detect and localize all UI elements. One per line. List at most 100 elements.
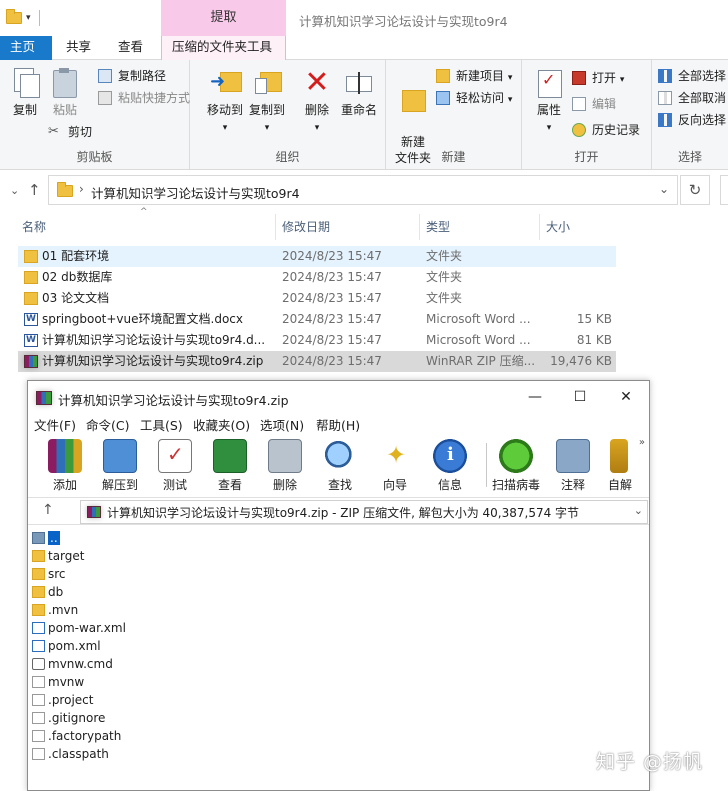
test-checklist-icon (158, 439, 192, 473)
up-arrow-icon[interactable]: ↑ (42, 502, 54, 518)
list-item[interactable]: .mvn (32, 601, 78, 619)
select-none-icon (658, 91, 672, 105)
easy-access-button[interactable]: 轻松访问 ▾ (436, 88, 512, 108)
list-item[interactable]: pom.xml (32, 637, 101, 655)
invert-selection-icon (658, 113, 672, 127)
minimize-icon[interactable]: — (513, 385, 557, 409)
extract-to-button[interactable]: 解压到 (95, 439, 145, 493)
comment-button[interactable]: 注释 (548, 439, 598, 493)
rename-button[interactable]: 重命名 (336, 66, 382, 118)
context-tab-header[interactable]: 提取 (161, 0, 286, 36)
file-row[interactable]: 计算机知识学习论坛设计与实现to9r4.zip 2024/8/23 15:47 … (18, 351, 616, 372)
copy-path-icon (98, 69, 112, 83)
chevron-down-icon[interactable]: ⌄ (634, 504, 643, 517)
chevron-down-icon[interactable]: ⌄ (659, 182, 669, 196)
entry-name: target (48, 549, 85, 563)
delete-archive-button[interactable]: 删除 (260, 439, 310, 493)
breadcrumb[interactable]: 计算机知识学习论坛设计与实现to9r4 (91, 183, 300, 202)
list-item[interactable]: src (32, 565, 66, 583)
move-to-button[interactable]: 移动到 ▾ (202, 66, 248, 136)
add-button[interactable]: 添加 (40, 439, 90, 493)
find-button[interactable]: 查找 (315, 439, 365, 493)
file-row[interactable]: springboot+vue环境配置文档.docx 2024/8/23 15:4… (18, 309, 616, 330)
tab-home[interactable]: 主页 (0, 36, 52, 60)
menu-favorites[interactable]: 收藏夹(O) (193, 415, 250, 434)
recent-locations-icon[interactable]: ⌄ (10, 184, 19, 197)
menu-file[interactable]: 文件(F) (34, 415, 76, 434)
edit-button[interactable]: 编辑 (572, 94, 616, 114)
paste-shortcut-button[interactable]: 粘贴快捷方式 (98, 88, 190, 108)
address-bar[interactable]: › 计算机知识学习论坛设计与实现to9r4 ⌄ (48, 175, 678, 205)
column-header-type[interactable]: 类型 (422, 214, 540, 240)
edit-icon (572, 97, 586, 111)
maximize-icon[interactable]: ☐ (558, 385, 602, 409)
menu-options[interactable]: 选项(N) (260, 415, 304, 434)
invert-selection-button[interactable]: 反向选择 (658, 110, 726, 130)
entry-name: .classpath (48, 747, 109, 761)
up-arrow-icon[interactable]: ↑ (28, 181, 41, 199)
scan-virus-button[interactable]: 扫描病毒 (488, 439, 544, 493)
delete-button[interactable]: ✕ 删除 ▾ (294, 66, 340, 136)
qat-dropdown-icon[interactable]: ▾ (26, 13, 31, 23)
winrar-titlebar: 计算机知识学习论坛设计与实现to9r4.zip — ☐ ✕ (28, 381, 649, 413)
file-icon (32, 676, 45, 688)
column-header-name[interactable]: 名称 (18, 214, 276, 240)
open-button[interactable]: 打开 ▾ (572, 68, 624, 88)
cut-button[interactable]: ✂ 剪切 (48, 122, 92, 142)
list-item[interactable]: mvnw (32, 673, 84, 691)
toolbar-overflow-icon[interactable]: » (639, 437, 645, 448)
wizard-button[interactable]: 向导 (370, 439, 420, 493)
copy-to-label: 复制到 (248, 103, 285, 117)
close-icon[interactable]: ✕ (604, 385, 648, 409)
info-button[interactable]: 信息 (425, 439, 475, 493)
properties-icon (534, 68, 564, 98)
copy-path-button[interactable]: 复制路径 (98, 66, 166, 86)
winrar-toolbar: 添加 解压到 测试 查看 删除 查找 向导 信息 扫描病毒 注释 自解 » (28, 435, 649, 495)
list-item[interactable]: .. (32, 529, 60, 547)
file-row[interactable]: 03 论文文档 2024/8/23 15:47 文件夹 (18, 288, 616, 309)
sfx-button[interactable]: 自解 (602, 439, 638, 493)
menu-tools[interactable]: 工具(S) (140, 415, 183, 434)
open-icon (572, 71, 586, 85)
entry-name: pom-war.xml (48, 621, 126, 635)
list-item[interactable]: .gitignore (32, 709, 105, 727)
move-to-label: 移动到 (206, 103, 243, 117)
tab-view[interactable]: 查看 (108, 36, 153, 60)
menu-help[interactable]: 帮助(H) (316, 415, 360, 434)
list-item[interactable]: target (32, 547, 85, 565)
list-item[interactable]: .factorypath (32, 727, 121, 745)
list-item[interactable]: db (32, 583, 63, 601)
copy-to-button[interactable]: 复制到 ▾ (244, 66, 290, 136)
tab-share[interactable]: 共享 (56, 36, 101, 60)
file-row[interactable]: 计算机知识学习论坛设计与实现to9r4.d... 2024/8/23 15:47… (18, 330, 616, 351)
file-row[interactable]: 01 配套环境 2024/8/23 15:47 文件夹 (18, 246, 616, 267)
menu-commands[interactable]: 命令(C) (86, 415, 129, 434)
new-item-button[interactable]: 新建项目 ▾ (436, 66, 512, 86)
view-button[interactable]: 查看 (205, 439, 255, 493)
file-name: 计算机知识学习论坛设计与实现to9r4.zip (42, 354, 264, 368)
test-button[interactable]: 测试 (150, 439, 200, 493)
file-row[interactable]: 02 db数据库 2024/8/23 15:47 文件夹 (18, 267, 616, 288)
open-group: 属性 ▾ 打开 ▾ 编辑 历史记录 打开 (522, 60, 652, 170)
book-icon (213, 439, 247, 473)
list-item[interactable]: pom-war.xml (32, 619, 126, 637)
winrar-title: 计算机知识学习论坛设计与实现to9r4.zip (58, 393, 289, 408)
select-none-button[interactable]: 全部取消 (658, 88, 726, 108)
refresh-button[interactable]: ↻ (680, 175, 710, 205)
list-item[interactable]: mvnw.cmd (32, 655, 113, 673)
properties-button[interactable]: 属性 ▾ (526, 66, 572, 136)
paste-button[interactable]: 粘贴 (42, 66, 88, 118)
list-item[interactable]: .project (32, 691, 93, 709)
history-button[interactable]: 历史记录 (572, 120, 640, 140)
select-all-button[interactable]: 全部选择 (658, 66, 726, 86)
paste-icon (50, 68, 80, 98)
chevron-down-icon: ▾ (546, 123, 552, 133)
copy-path-label: 复制路径 (118, 69, 167, 83)
search-input[interactable] (720, 175, 728, 205)
tab-compressed-folder-tools[interactable]: 压缩的文件夹工具 (161, 36, 286, 60)
column-header-size[interactable]: 大小 (542, 214, 618, 240)
list-item[interactable]: .classpath (32, 745, 109, 763)
delete-x-icon: ✕ (304, 65, 330, 100)
column-header-date[interactable]: 修改日期 (278, 214, 420, 240)
winrar-path-box[interactable]: 计算机知识学习论坛设计与实现to9r4.zip - ZIP 压缩文件, 解包大小… (80, 500, 648, 524)
